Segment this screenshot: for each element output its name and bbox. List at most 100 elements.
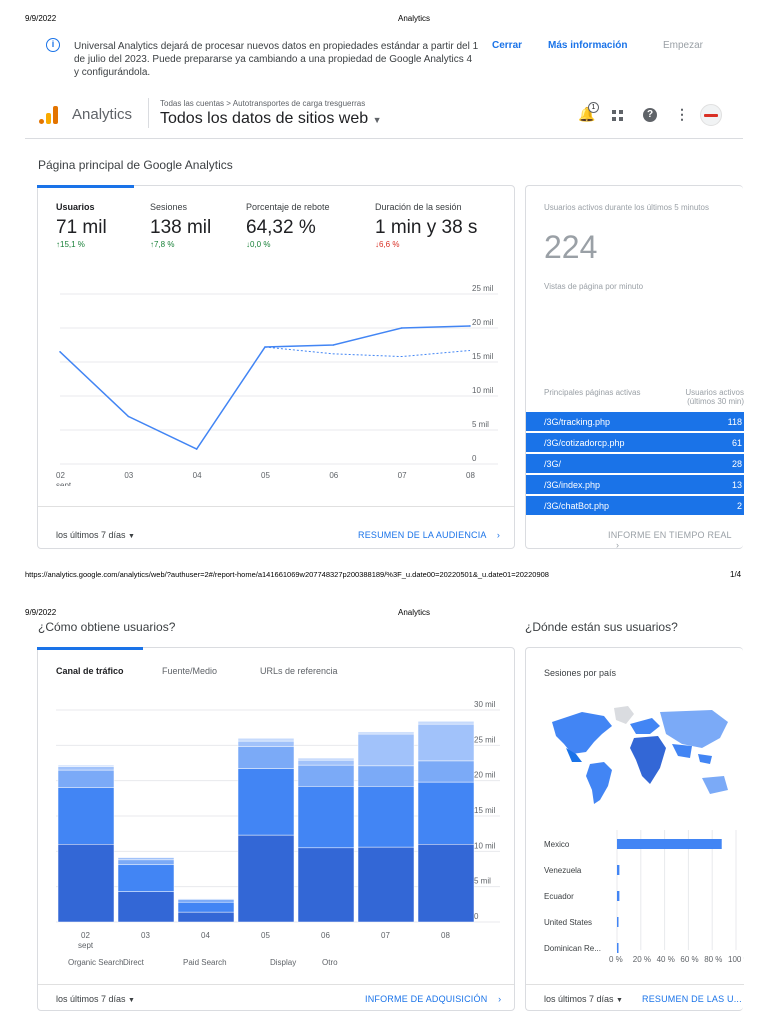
y-tick-label: 5 mil [474,877,491,886]
bar-segment [357,733,415,767]
data-point [332,344,335,346]
country-label: Ecuador [544,892,574,901]
tab-referrals[interactable]: URLs de referencia [260,666,338,676]
caret-down-icon: ▼ [616,997,623,1004]
realtime-report-link[interactable]: INFORME EN TIEMPO REAL › [608,530,743,550]
notifications-button[interactable]: 🔔 1 [578,102,599,124]
x-tick-label: 40 % [657,955,675,964]
date-range-label: los últimos 7 días [544,994,614,1004]
geo-title: ¿Dónde están sus usuarios? [525,620,678,634]
y-tick-label: 20 mil [472,318,494,327]
users-line-chart[interactable]: 25 mil 20 mil 15 mil 10 mil 5 mil 0 02 03 04 05 06… [38,276,514,486]
print-date-2: 9/9/2022 [25,608,57,617]
notice-text: Universal Analytics dejará de procesar n… [74,41,479,78]
top-page-path: /3G/index.php [544,480,601,490]
metric-2[interactable]: Porcentaje de rebote 64,32 % ↓0,0 % [246,202,330,249]
apps-icon[interactable] [612,109,624,121]
bar-segment [57,787,115,845]
date-range-label: los últimos 7 días [56,530,126,540]
view-selector-label: Todos los datos de sitios web [160,110,369,127]
country-bar [617,865,620,875]
print-date: 9/9/2022 [25,14,57,23]
legend-item: Display [270,958,296,967]
top-page-row[interactable]: /3G/chatBot.php 2 [526,495,744,515]
x-tick-label: 03 [124,471,133,480]
acquisition-report-link[interactable]: INFORME DE ADQUISICIÓN › [365,994,501,1004]
metric-delta: ↑7,8 % [150,240,175,249]
bar-segment [417,723,475,762]
y-tick-label: 30 mil [474,700,496,709]
acquisition-bar-chart[interactable]: 30 mil 25 mil 20 mil 15 mil 10 mil 5 mil 0 02 03… [38,700,514,978]
y-tick-label: 5 mil [472,420,489,429]
top-page-row[interactable]: /3G/index.php 13 [526,474,744,494]
print-title: Analytics [398,14,431,23]
x-tick-label: 05 [261,471,270,480]
audience-overview-label: RESUMEN DE LA AUDIENCIA [358,530,487,540]
analytics-logo-icon[interactable] [38,104,60,126]
help-icon[interactable]: ? [643,108,657,122]
country-bar [617,943,619,953]
metric-label: Porcentaje de rebote [246,202,330,212]
date-range-selector[interactable]: los últimos 7 días ▼ [544,994,623,1004]
selected-tab-indicator [37,647,143,650]
start-button[interactable]: Empezar [663,40,703,51]
x-tick-label: 03 [141,931,150,940]
metric-1[interactable]: Sesiones 138 mil ↑7,8 % [150,202,211,249]
realtime-card: Usuarios activos durante los últimos 5 m… [525,185,744,550]
date-range-selector[interactable]: los últimos 7 días ▼ [56,530,135,540]
breadcrumb-all-accounts[interactable]: Todas las cuentas [160,99,224,108]
metric-delta: ↓0,0 % [246,240,271,249]
chevron-right-icon: › [616,540,620,550]
top-page-users: 13 [731,480,742,490]
audience-overview-link[interactable]: RESUMEN DE LA AUDIENCIA › [358,530,500,540]
breadcrumb[interactable]: Todas las cuentas > Autotransportes de c… [160,99,365,108]
world-map[interactable] [542,704,732,814]
bar-segment [417,844,475,923]
metric-0[interactable]: Usuarios 71 mil ↑15,1 % [56,202,107,249]
acquisition-report-label: INFORME DE ADQUISICIÓN [365,994,488,1004]
notification-count: 1 [588,102,599,113]
breadcrumb-account[interactable]: Autotransportes de carga tresguerras [233,99,366,108]
bar-segment [117,891,175,923]
top-page-row[interactable]: /3G/tracking.php 118 [526,411,744,431]
sessions-by-country-label: Sesiones por país [544,668,617,678]
geo-overview-link[interactable]: RESUMEN DE LAS U... [642,994,742,1004]
product-name[interactable]: Analytics [72,106,132,123]
y-tick-label: 10 mil [472,386,494,395]
y-tick-label: 25 mil [474,735,496,744]
more-info-link[interactable]: Más información [548,40,627,51]
bar-segment [297,786,355,849]
y-tick-label: 25 mil [472,284,494,293]
avatar[interactable] [700,104,722,126]
pageviews-per-minute-label: Vistas de página por minuto [544,282,644,291]
tab-traffic-channel[interactable]: Canal de tráfico [56,666,124,676]
bar-segment [417,721,475,725]
date-range-selector[interactable]: los últimos 7 días ▼ [56,994,135,1004]
metric-value: 138 mil [150,217,212,238]
country-bar-chart[interactable]: 0 % 20 % 40 % 60 % 80 % 100 % Mexico Venezuela E… [526,830,744,970]
card-footer-divider [38,984,514,985]
top-page-path: /3G/tracking.php [544,417,611,427]
card-footer-divider [526,984,744,985]
bar-segment [237,768,295,836]
bar-segment [417,760,475,783]
metric-label: Sesiones [150,202,188,212]
top-page-row[interactable]: /3G/cotizadorcp.php 61 [526,432,744,452]
caret-down-icon: ▼ [128,533,135,540]
card-footer-divider [38,506,514,507]
x-tick-label: 02 [81,931,90,940]
bar-segment [417,781,475,845]
x-tick-label: 04 [193,471,202,480]
view-selector[interactable]: Todos los datos de sitios web ▼ [160,110,382,128]
close-notice-button[interactable]: Cerrar [492,40,522,51]
acquisition-card: Canal de tráfico Fuente/Medio URLs de re… [37,647,515,1011]
legend-item: Otro [322,958,338,967]
top-page-row[interactable]: /3G/28 [526,453,744,473]
more-vert-icon[interactable]: ⋮ [675,106,689,123]
tab-source-medium[interactable]: Fuente/Medio [162,666,217,676]
country-label: Dominican Re... [544,944,601,953]
bar-segment [357,786,415,848]
metric-3[interactable]: Duración de la sesión 1 min y 38 s ↓6,6 % [375,202,477,249]
top-page-path: /3G/ [544,459,562,469]
metric-delta: ↑15,1 % [56,240,85,249]
